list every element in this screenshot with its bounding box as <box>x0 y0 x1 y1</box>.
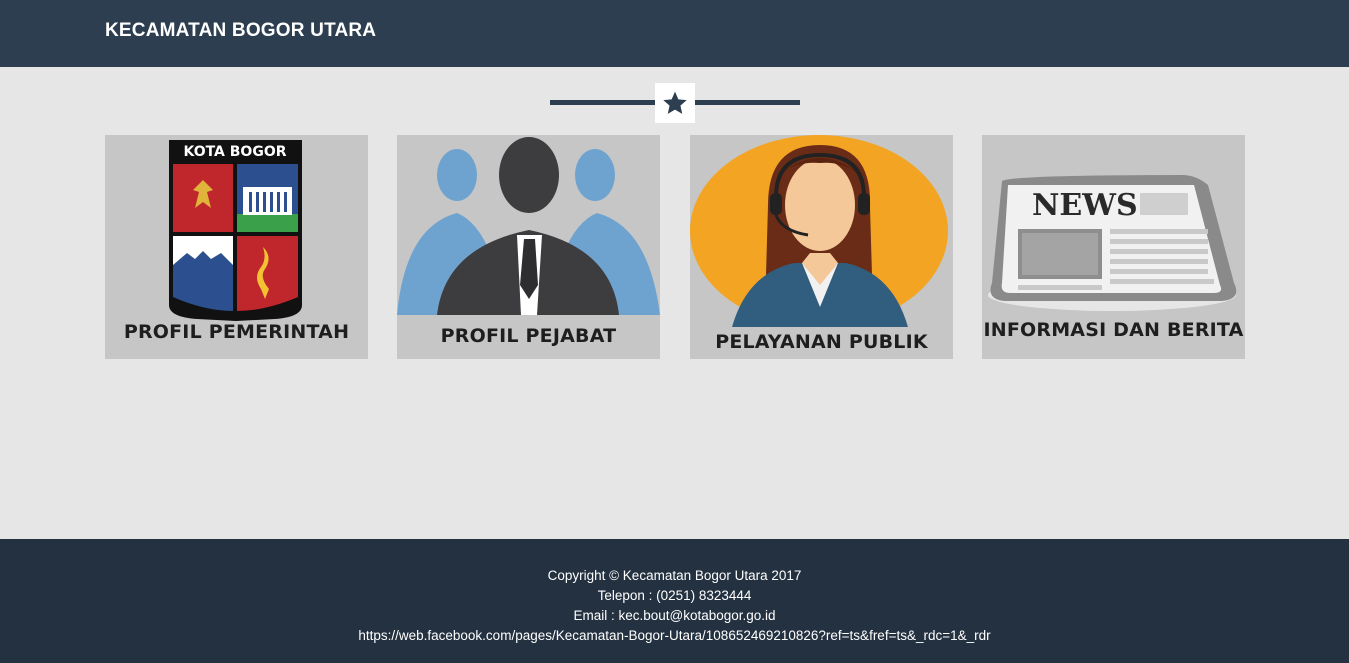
star-icon <box>663 91 687 114</box>
footer: Copyright © Kecamatan Bogor Utara 2017 T… <box>0 539 1349 663</box>
news-masthead: NEWS <box>1032 188 1138 223</box>
card-caption: INFORMASI DAN BERITA <box>983 319 1244 341</box>
card-profil-pemerintah[interactable]: KOTA BOGOR PROFIL PEMERINTAH <box>105 135 368 359</box>
footer-telepon: Telepon : (0251) 8323444 <box>597 588 752 603</box>
card-profil-pejabat[interactable]: PROFIL PEJABAT <box>397 135 660 359</box>
divider-line-left <box>550 100 655 105</box>
card-caption: PROFIL PEJABAT <box>440 325 617 347</box>
card-pelayanan-publik[interactable]: PELAYANAN PUBLIK <box>690 135 953 359</box>
navbar: KECAMATAN BOGOR UTARA <box>0 0 1349 67</box>
emblem-badge-text: KOTA BOGOR <box>183 144 286 160</box>
star-divider <box>550 83 800 123</box>
star-box <box>655 83 695 123</box>
footer-facebook-link[interactable]: https://web.facebook.com/pages/Kecamatan… <box>0 626 1349 646</box>
customer-service-icon <box>690 135 953 359</box>
footer-email: Email : kec.bout@kotabogor.go.id <box>573 608 776 623</box>
card-informasi-berita[interactable]: NEWS INFORMASI DAN BERITA <box>982 135 1245 359</box>
card-caption: PROFIL PEMERINTAH <box>123 321 350 343</box>
card-caption: PELAYANAN PUBLIK <box>715 331 928 353</box>
divider-line-right <box>695 100 800 105</box>
footer-copyright: Copyright © Kecamatan Bogor Utara 2017 <box>547 568 802 583</box>
brand-link[interactable]: KECAMATAN BOGOR UTARA <box>105 20 376 42</box>
